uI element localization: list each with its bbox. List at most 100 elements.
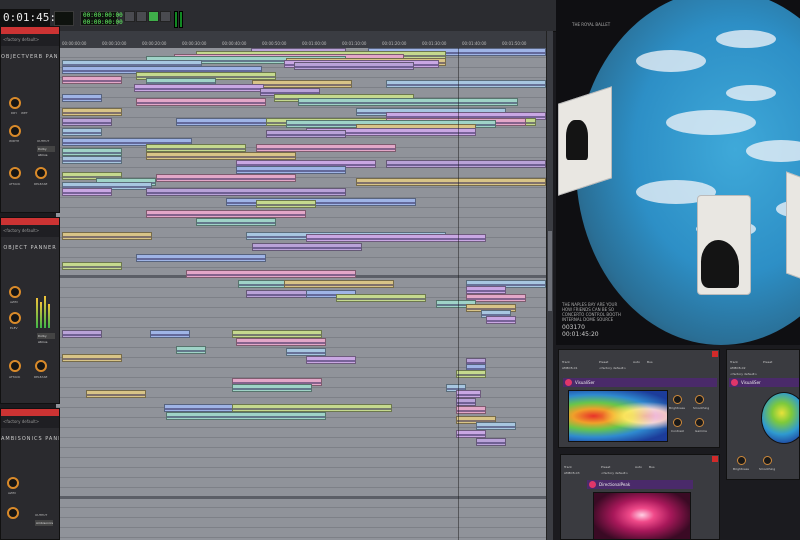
- playhead-cursor[interactable]: [458, 48, 459, 540]
- play-button[interactable]: [148, 11, 159, 22]
- audio-clip[interactable]: [232, 404, 392, 412]
- vertical-scrollbar[interactable]: [546, 31, 553, 540]
- audio-clip[interactable]: [62, 108, 122, 116]
- audio-clip[interactable]: [136, 98, 266, 106]
- rewind-button[interactable]: [124, 11, 135, 22]
- scroll-thumb[interactable]: [548, 231, 552, 311]
- format-select[interactable]: Ambisonics: [35, 520, 53, 526]
- audio-clip[interactable]: [466, 286, 506, 294]
- attack-knob[interactable]: [9, 167, 21, 179]
- azim-knob[interactable]: [7, 477, 19, 489]
- audio-clip[interactable]: [252, 243, 362, 251]
- audio-clip[interactable]: [62, 148, 122, 156]
- audio-clip[interactable]: [62, 94, 102, 102]
- track-select[interactable]: AMBI B-03: [564, 471, 580, 475]
- preset-menu[interactable]: <factory default>: [1, 34, 59, 46]
- audio-clip[interactable]: [266, 130, 346, 138]
- audio-clip[interactable]: [226, 198, 416, 206]
- audio-clip[interactable]: [150, 330, 190, 338]
- audio-clip[interactable]: [256, 200, 316, 208]
- audio-clip[interactable]: [62, 118, 112, 126]
- brightness-knob[interactable]: [673, 395, 682, 404]
- timecode-ruler[interactable]: 00:00:00:00 00:00:10:00 00:00:20:00 00:00:3…: [56, 31, 552, 49]
- preset-select[interactable]: <factory default>: [730, 372, 757, 376]
- track-select[interactable]: AMBI B-02: [730, 366, 746, 370]
- contrast-knob[interactable]: [673, 418, 682, 427]
- audio-clip[interactable]: [306, 234, 486, 242]
- audio-clip[interactable]: [476, 422, 516, 430]
- audio-clip[interactable]: [146, 188, 346, 196]
- audio-clip[interactable]: [136, 254, 266, 262]
- plugin-close-bar[interactable]: [1, 27, 59, 34]
- audio-clip[interactable]: [146, 152, 296, 160]
- audio-clip[interactable]: [294, 62, 414, 70]
- audio-clip[interactable]: [176, 346, 206, 354]
- audio-clip[interactable]: [134, 84, 264, 92]
- audio-clip[interactable]: [62, 128, 102, 136]
- close-icon[interactable]: [712, 456, 718, 462]
- release-knob[interactable]: [35, 167, 47, 179]
- preset-menu[interactable]: <factory default>: [1, 416, 59, 428]
- smoothing-knob[interactable]: [695, 395, 704, 404]
- close-icon[interactable]: [712, 351, 718, 357]
- pre-roll-display[interactable]: [54, 11, 74, 26]
- format-select[interactable]: Dolby Atmos: [37, 146, 55, 157]
- audio-clip[interactable]: [456, 390, 481, 398]
- record-button[interactable]: [160, 11, 171, 22]
- audio-clip[interactable]: [236, 338, 326, 346]
- audio-clip[interactable]: [252, 80, 352, 88]
- audio-clip[interactable]: [62, 76, 122, 84]
- audio-clip[interactable]: [164, 404, 234, 412]
- dry-knob[interactable]: [9, 97, 21, 109]
- preset-select[interactable]: <factory default>: [599, 366, 626, 370]
- main-counter[interactable]: 0:01:45:15: [0, 9, 69, 27]
- audio-clip[interactable]: [298, 98, 518, 106]
- gamma-knob[interactable]: [695, 418, 704, 427]
- smoothing-knob[interactable]: [763, 456, 772, 465]
- audio-clip[interactable]: [62, 262, 122, 270]
- audio-clip[interactable]: [186, 270, 356, 278]
- audio-clip[interactable]: [486, 316, 516, 324]
- audio-clip[interactable]: [232, 384, 312, 392]
- audio-clip[interactable]: [86, 390, 146, 398]
- audio-clip[interactable]: [62, 188, 112, 196]
- audio-clip[interactable]: [476, 438, 506, 446]
- audio-clip[interactable]: [166, 412, 326, 420]
- elev-knob[interactable]: [7, 507, 19, 519]
- attack-knob[interactable]: [9, 360, 21, 372]
- audio-clip[interactable]: [336, 294, 426, 302]
- audio-clip[interactable]: [146, 144, 246, 152]
- audio-clip[interactable]: [62, 354, 122, 362]
- format-select[interactable]: Dolby Atmos: [37, 333, 55, 344]
- audio-clip[interactable]: [356, 178, 546, 186]
- audio-clip[interactable]: [386, 80, 546, 88]
- audio-clip[interactable]: [62, 156, 122, 164]
- audio-clip[interactable]: [456, 370, 486, 378]
- audio-clip[interactable]: [62, 330, 102, 338]
- audio-clip[interactable]: [146, 210, 306, 218]
- audio-clip[interactable]: [456, 398, 476, 406]
- audio-clip[interactable]: [196, 218, 276, 226]
- transport-lcd[interactable]: 00:00:00:00 00:00:00:00: [80, 11, 123, 26]
- audio-clip[interactable]: [236, 166, 346, 174]
- audio-clip[interactable]: [62, 232, 152, 240]
- audio-clip[interactable]: [386, 160, 546, 168]
- audio-clip[interactable]: [232, 330, 322, 338]
- stop-button[interactable]: [136, 11, 147, 22]
- audio-clip[interactable]: [286, 348, 326, 356]
- audio-clip[interactable]: [256, 144, 396, 152]
- audio-clip[interactable]: [306, 356, 356, 364]
- preset-menu[interactable]: <factory default>: [1, 225, 59, 237]
- release-knob[interactable]: [35, 360, 47, 372]
- preset-select[interactable]: <factory default>: [601, 471, 628, 475]
- elev-knob[interactable]: [9, 312, 21, 324]
- audio-clip[interactable]: [456, 406, 486, 414]
- brightness-knob[interactable]: [737, 456, 746, 465]
- audio-clip[interactable]: [284, 280, 394, 288]
- plugin-close-bar[interactable]: [1, 409, 59, 416]
- track-select[interactable]: AMBI B-01: [562, 366, 578, 370]
- audio-clip[interactable]: [156, 174, 296, 182]
- width-knob[interactable]: [9, 125, 21, 137]
- audio-clip[interactable]: [456, 430, 486, 438]
- azim-knob[interactable]: [9, 286, 21, 298]
